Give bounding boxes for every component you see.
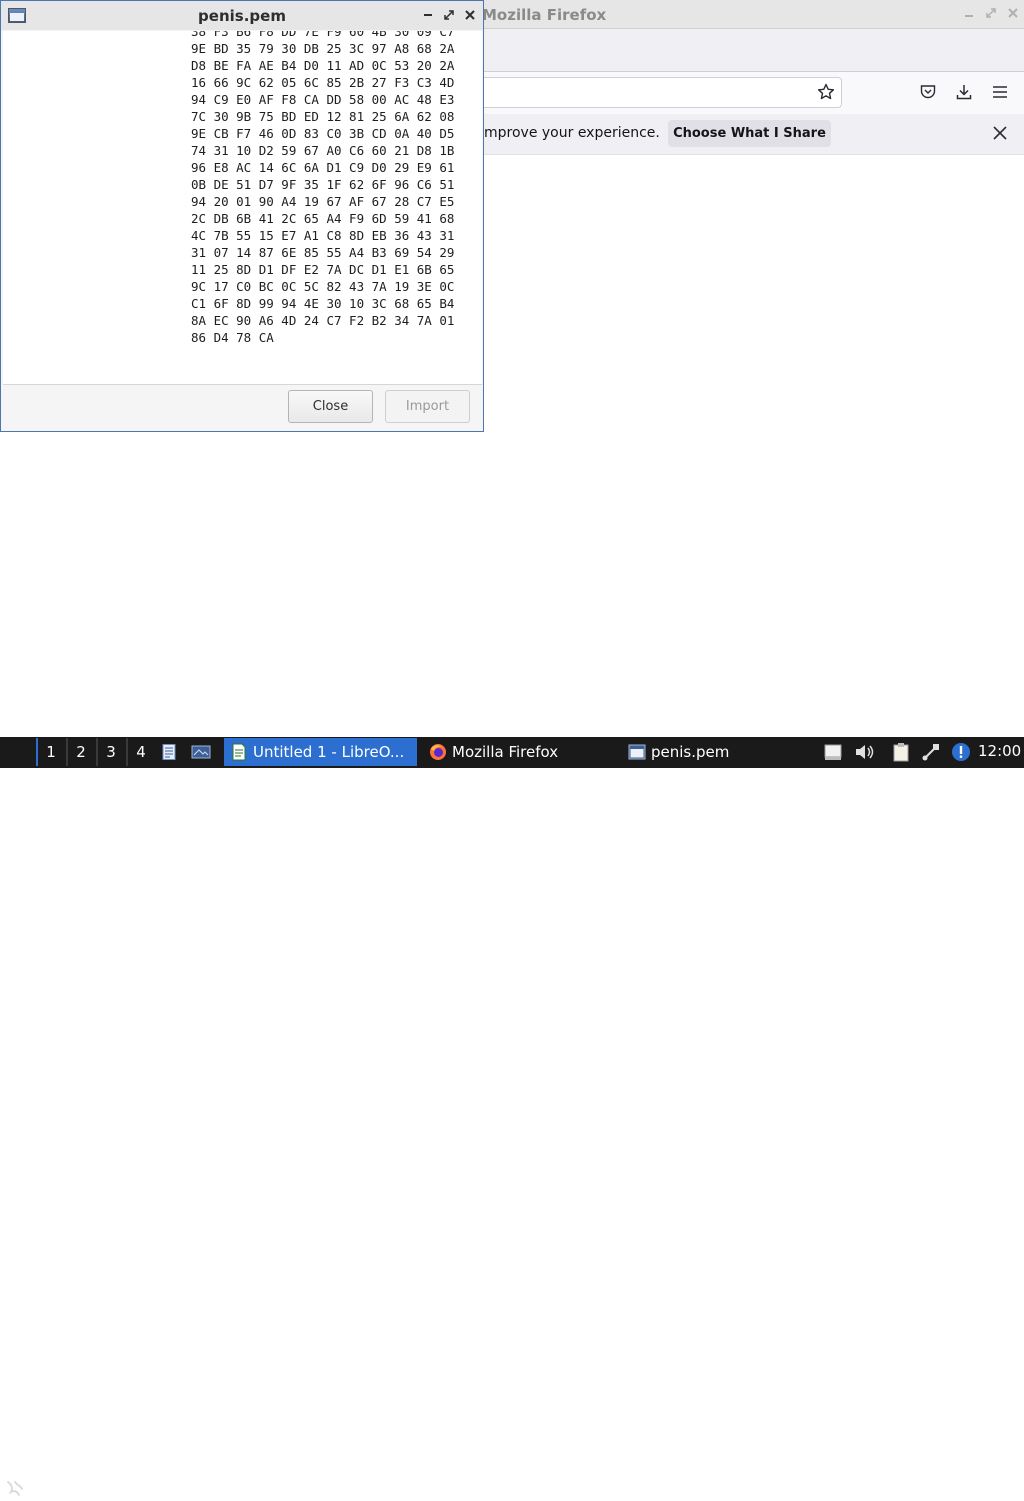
hex-line: 94 C9 E0 AF F8 CA DD 58 00 AC 48 E3 bbox=[191, 92, 455, 107]
hex-line: 96 E8 AC 14 6C 6A D1 C9 D0 29 E9 61 bbox=[191, 160, 455, 175]
hex-line: D8 BE FA AE B4 D0 11 AD 0C 53 20 2A bbox=[191, 58, 455, 73]
task-label: penis.pem bbox=[651, 743, 730, 761]
hex-line: C1 6F 8D 99 94 4E 30 10 3C 68 65 B4 bbox=[191, 296, 455, 311]
hex-dump: 38 F3 B6 F8 DD 7E F9 60 4B 30 09 C7 9E BD… bbox=[191, 31, 454, 346]
minimize-icon[interactable] bbox=[962, 7, 976, 21]
workspace-4[interactable]: 4 bbox=[126, 738, 154, 766]
hex-line: 2C DB 6B 41 2C 65 A4 F9 6D 59 41 68 bbox=[191, 211, 455, 226]
dialog-titlebar[interactable]: penis.pem bbox=[1, 1, 483, 30]
hex-line: 86 D4 78 CA bbox=[191, 330, 274, 345]
window-icon bbox=[628, 744, 646, 760]
maximize-icon[interactable] bbox=[984, 7, 998, 21]
show-desktop-icon[interactable] bbox=[190, 741, 212, 763]
network-icon[interactable] bbox=[920, 741, 942, 763]
certificate-dialog: penis.pem 38 F3 B6 F8 DD 7E F9 60 4B 30 … bbox=[0, 0, 484, 432]
workspace-3[interactable]: 3 bbox=[96, 738, 124, 766]
firefox-window-title: Mozilla Firefox bbox=[482, 6, 607, 24]
close-button[interactable]: Close bbox=[288, 390, 373, 423]
task-firefox[interactable]: Mozilla Firefox bbox=[423, 738, 615, 766]
notification-text: mprove your experience. bbox=[484, 125, 660, 141]
hex-line: 9C 17 C0 BC 0C 5C 82 43 7A 19 3E 0C bbox=[191, 279, 455, 294]
dialog-title: penis.pem bbox=[198, 7, 286, 25]
hex-line: 7C 30 9B 75 BD ED 12 81 25 6A 62 08 bbox=[191, 109, 455, 124]
volume-icon[interactable] bbox=[854, 741, 876, 763]
hex-line: 16 66 9C 62 05 6C 85 2B 27 F3 C3 4D bbox=[191, 75, 455, 90]
task-libreoffice[interactable]: Untitled 1 - LibreO... bbox=[224, 738, 417, 766]
start-menu-icon[interactable] bbox=[3, 1477, 27, 1501]
update-notification-icon[interactable] bbox=[950, 741, 972, 763]
task-label: Mozilla Firefox bbox=[452, 743, 559, 761]
libreoffice-writer-icon bbox=[232, 743, 246, 761]
firefox-icon bbox=[430, 744, 446, 760]
url-bar[interactable] bbox=[470, 77, 842, 108]
choose-what-i-share-button[interactable]: Choose What I Share bbox=[668, 120, 831, 147]
workspace-2[interactable]: 2 bbox=[66, 738, 94, 766]
hex-line: 38 F3 B6 F8 DD 7E F9 60 4B 30 09 C7 bbox=[191, 31, 455, 39]
hex-line: 8A EC 90 A6 4D 24 C7 F2 B2 34 7A 01 bbox=[191, 313, 455, 328]
hex-line: 4C 7B 55 15 E7 A1 C8 8D EB 36 43 31 bbox=[191, 228, 455, 243]
text-editor-icon[interactable] bbox=[158, 741, 180, 763]
pocket-icon[interactable] bbox=[916, 80, 940, 104]
task-label: Untitled 1 - LibreO... bbox=[253, 743, 405, 761]
import-button[interactable]: Import bbox=[385, 390, 470, 423]
hex-line: 0B DE 51 D7 9F 35 1F 62 6F 96 C6 51 bbox=[191, 177, 455, 192]
hex-line: 9E CB F7 46 0D 83 C0 3B CD 0A 40 D5 bbox=[191, 126, 455, 141]
menu-icon[interactable] bbox=[988, 80, 1012, 104]
close-notification-icon[interactable] bbox=[990, 123, 1010, 143]
close-icon[interactable] bbox=[1006, 7, 1020, 21]
hex-line: 94 20 01 90 A4 19 67 AF 67 28 C7 E5 bbox=[191, 194, 455, 209]
bookmark-star-icon[interactable] bbox=[814, 80, 838, 104]
clock[interactable]: 12:00 bbox=[978, 742, 1021, 760]
hex-line: 11 25 8D D1 DF E2 7A DC D1 E1 6B 65 bbox=[191, 262, 455, 277]
certificate-content-area[interactable]: 38 F3 B6 F8 DD 7E F9 60 4B 30 09 C7 9E BD… bbox=[3, 31, 482, 384]
removable-drive-icon[interactable] bbox=[822, 741, 844, 763]
workspace-1[interactable]: 1 bbox=[36, 738, 64, 766]
hex-line: 9E BD 35 79 30 DB 25 3C 97 A8 68 2A bbox=[191, 41, 455, 56]
hex-line: 31 07 14 87 6E 85 55 A4 B3 69 54 29 bbox=[191, 245, 455, 260]
task-penis-pem[interactable]: penis.pem bbox=[622, 738, 812, 766]
hex-line: 74 31 10 D2 59 67 A0 C6 60 21 D8 1B bbox=[191, 143, 455, 158]
minimize-icon[interactable] bbox=[421, 8, 435, 22]
clipboard-icon[interactable] bbox=[890, 741, 912, 763]
maximize-icon[interactable] bbox=[442, 8, 456, 22]
close-icon[interactable] bbox=[463, 8, 477, 22]
downloads-icon[interactable] bbox=[952, 80, 976, 104]
